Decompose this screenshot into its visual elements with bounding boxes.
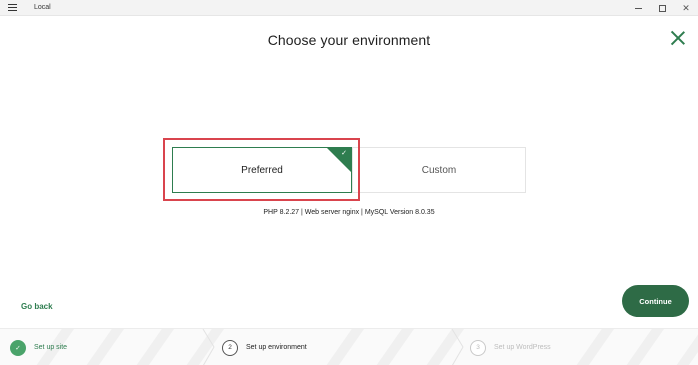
step-set-up-site: ✓ Set up site xyxy=(10,329,67,365)
step-complete-check-icon: ✓ xyxy=(10,339,26,356)
window-controls: ✕ xyxy=(626,0,698,16)
maximize-icon[interactable] xyxy=(650,0,674,16)
hamburger-menu-icon[interactable] xyxy=(0,0,24,16)
continue-button[interactable]: Continue xyxy=(622,285,689,317)
step-label: Set up site xyxy=(34,344,68,351)
selected-corner-badge xyxy=(326,147,352,173)
step-set-up-environment: 2 Set up environment xyxy=(222,329,307,365)
step-label: Set up environment xyxy=(246,344,307,351)
minimize-icon[interactable] xyxy=(626,0,650,16)
step-set-up-wordpress: 3 Set up WordPress xyxy=(470,329,551,365)
preferred-option-label: Preferred xyxy=(241,164,283,176)
window-close-icon[interactable]: ✕ xyxy=(674,0,698,16)
app-title: Local xyxy=(34,4,51,11)
preferred-option[interactable]: Preferred ✓ xyxy=(172,147,352,193)
page-title: Choose your environment xyxy=(267,32,431,48)
environment-info: PHP 8.2.27 | Web server nginx | MySQL Ve… xyxy=(263,209,435,216)
step-number: 2 xyxy=(222,339,238,356)
custom-option-label: Custom xyxy=(421,164,457,176)
checkmark-icon: ✓ xyxy=(341,150,347,157)
go-back-link[interactable]: Go back xyxy=(21,302,53,311)
custom-option[interactable]: Custom xyxy=(352,147,526,193)
step-number: 3 xyxy=(470,339,486,356)
close-icon[interactable] xyxy=(670,30,686,46)
step-label: Set up WordPress xyxy=(494,344,551,351)
title-bar: Local ✕ xyxy=(0,0,698,16)
footer-background-stripes xyxy=(36,329,698,365)
setup-steps-footer: ✓ Set up site 2 Set up environment 3 Set… xyxy=(0,328,698,365)
